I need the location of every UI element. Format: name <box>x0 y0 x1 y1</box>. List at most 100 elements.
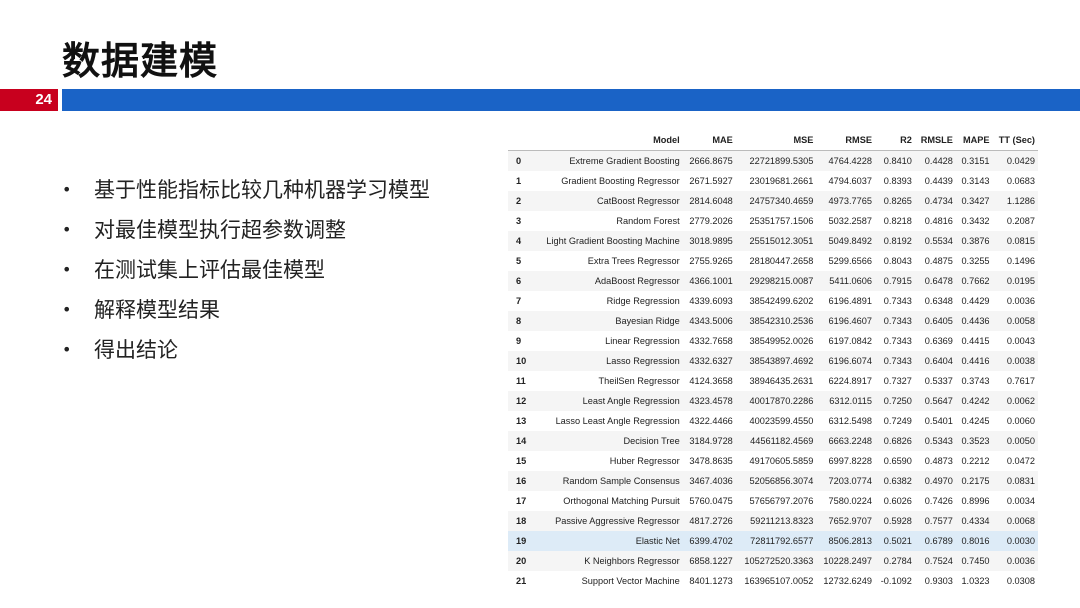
cell-model: Decision Tree <box>533 431 683 451</box>
column-header-r2: R2 <box>874 130 915 151</box>
cell-mape: 0.7662 <box>955 271 993 291</box>
cell-tt-sec: 0.0308 <box>992 571 1038 591</box>
cell-model: Gradient Boosting Regressor <box>533 171 683 191</box>
cell-r2: 0.8265 <box>874 191 915 211</box>
cell-mse: 23019681.2661 <box>735 171 817 191</box>
cell-mae: 3018.9895 <box>682 231 736 251</box>
cell-r2: 0.5021 <box>874 531 915 551</box>
cell-rmsle: 0.6404 <box>914 351 956 371</box>
cell-mape: 0.4416 <box>955 351 993 371</box>
cell-model: Ridge Regression <box>533 291 683 311</box>
cell-model: CatBoost Regressor <box>533 191 683 211</box>
table-row: 2 CatBoost Regressor 2814.6048 24757340.465… <box>508 191 1038 211</box>
cell-tt-sec: 0.0195 <box>992 271 1038 291</box>
cell-rmse: 6663.2248 <box>816 431 875 451</box>
cell-rmsle: 0.4734 <box>914 191 956 211</box>
bullet-item: • 解释模型结果 <box>62 290 430 330</box>
cell-mae: 6399.4702 <box>682 531 736 551</box>
cell-mae: 4343.5006 <box>682 311 736 331</box>
cell-index: 16 <box>508 471 533 491</box>
cell-tt-sec: 0.0068 <box>992 511 1038 531</box>
cell-rmse: 8506.2813 <box>816 531 875 551</box>
cell-index: 21 <box>508 571 533 591</box>
cell-r2: 0.7343 <box>874 291 915 311</box>
cell-mse: 38549952.0026 <box>735 331 817 351</box>
cell-model: Least Angle Regression <box>533 391 683 411</box>
cell-model: Bayesian Ridge <box>533 311 683 331</box>
cell-tt-sec: 0.0472 <box>992 451 1038 471</box>
cell-mse: 28180447.2658 <box>735 251 817 271</box>
cell-rmse: 4764.4228 <box>816 150 875 171</box>
table-row: 19 Elastic Net 6399.4702 72811792.6577 8506.… <box>508 531 1038 551</box>
cell-rmse: 5411.0606 <box>816 271 875 291</box>
bullet-item: • 得出结论 <box>62 330 430 370</box>
bullet-text: 基于性能指标比较几种机器学习模型 <box>94 178 430 202</box>
cell-mape: 0.4242 <box>955 391 993 411</box>
cell-index: 8 <box>508 311 533 331</box>
cell-mse: 163965107.0052 <box>735 571 817 591</box>
cell-mae: 4817.2726 <box>682 511 736 531</box>
cell-mse: 49170605.5859 <box>735 451 817 471</box>
table-row: 4 Light Gradient Boosting Machine 3018.989… <box>508 231 1038 251</box>
cell-model: Passive Aggressive Regressor <box>533 511 683 531</box>
cell-mape: 0.3743 <box>955 371 993 391</box>
page-number: 24 <box>0 89 58 111</box>
cell-model: Extreme Gradient Boosting <box>533 150 683 171</box>
cell-mse: 40023599.4550 <box>735 411 817 431</box>
cell-mape: 0.4334 <box>955 511 993 531</box>
cell-model: Orthogonal Matching Pursuit <box>533 491 683 511</box>
cell-index: 6 <box>508 271 533 291</box>
cell-r2: 0.8043 <box>874 251 915 271</box>
cell-index: 2 <box>508 191 533 211</box>
cell-index: 3 <box>508 211 533 231</box>
cell-rmsle: 0.4970 <box>914 471 956 491</box>
cell-r2: 0.8410 <box>874 150 915 171</box>
cell-index: 11 <box>508 371 533 391</box>
cell-rmsle: 0.5343 <box>914 431 956 451</box>
cell-rmsle: 0.7524 <box>914 551 956 571</box>
cell-model: Linear Regression <box>533 331 683 351</box>
cell-r2: 0.6590 <box>874 451 915 471</box>
cell-mse: 57656797.2076 <box>735 491 817 511</box>
cell-mape: 0.3523 <box>955 431 993 451</box>
cell-rmsle: 0.5534 <box>914 231 956 251</box>
cell-r2: 0.7250 <box>874 391 915 411</box>
cell-rmse: 6196.4891 <box>816 291 875 311</box>
table-row: 10 Lasso Regression 4332.6327 38543897.4692… <box>508 351 1038 371</box>
cell-index: 10 <box>508 351 533 371</box>
cell-tt-sec: 0.0060 <box>992 411 1038 431</box>
cell-mae: 2779.2026 <box>682 211 736 231</box>
cell-rmse: 10228.2497 <box>816 551 875 571</box>
cell-index: 20 <box>508 551 533 571</box>
cell-tt-sec: 0.1496 <box>992 251 1038 271</box>
cell-rmsle: 0.4439 <box>914 171 956 191</box>
cell-rmse: 6196.4607 <box>816 311 875 331</box>
cell-index: 13 <box>508 411 533 431</box>
cell-mse: 52056856.3074 <box>735 471 817 491</box>
cell-tt-sec: 0.0038 <box>992 351 1038 371</box>
table-row: 13 Lasso Least Angle Regression 4322.4466 4… <box>508 411 1038 431</box>
cell-mape: 0.3151 <box>955 150 993 171</box>
cell-rmse: 12732.6249 <box>816 571 875 591</box>
column-header-rmsle: RMSLE <box>914 130 956 151</box>
cell-mae: 2666.8675 <box>682 150 736 171</box>
cell-rmse: 4794.6037 <box>816 171 875 191</box>
cell-mape: 0.4245 <box>955 411 993 431</box>
table-header-row: Model MAE MSE RMSE R2 RMSLE MAPE TT (Sec) <box>508 130 1038 151</box>
cell-rmsle: 0.6789 <box>914 531 956 551</box>
cell-mae: 5760.0475 <box>682 491 736 511</box>
cell-mae: 4124.3658 <box>682 371 736 391</box>
table-row: 6 AdaBoost Regressor 4366.1001 29298215.008… <box>508 271 1038 291</box>
bullet-dot-icon: • <box>62 300 72 319</box>
cell-model: TheilSen Regressor <box>533 371 683 391</box>
cell-tt-sec: 0.7617 <box>992 371 1038 391</box>
cell-rmsle: 0.4816 <box>914 211 956 231</box>
cell-mse: 29298215.0087 <box>735 271 817 291</box>
cell-rmsle: 0.5401 <box>914 411 956 431</box>
cell-mse: 40017870.2286 <box>735 391 817 411</box>
cell-model: AdaBoost Regressor <box>533 271 683 291</box>
table-row: 0 Extreme Gradient Boosting 2666.8675 22721… <box>508 150 1038 171</box>
cell-rmse: 7580.0224 <box>816 491 875 511</box>
cell-model: Lasso Regression <box>533 351 683 371</box>
cell-model: Support Vector Machine <box>533 571 683 591</box>
